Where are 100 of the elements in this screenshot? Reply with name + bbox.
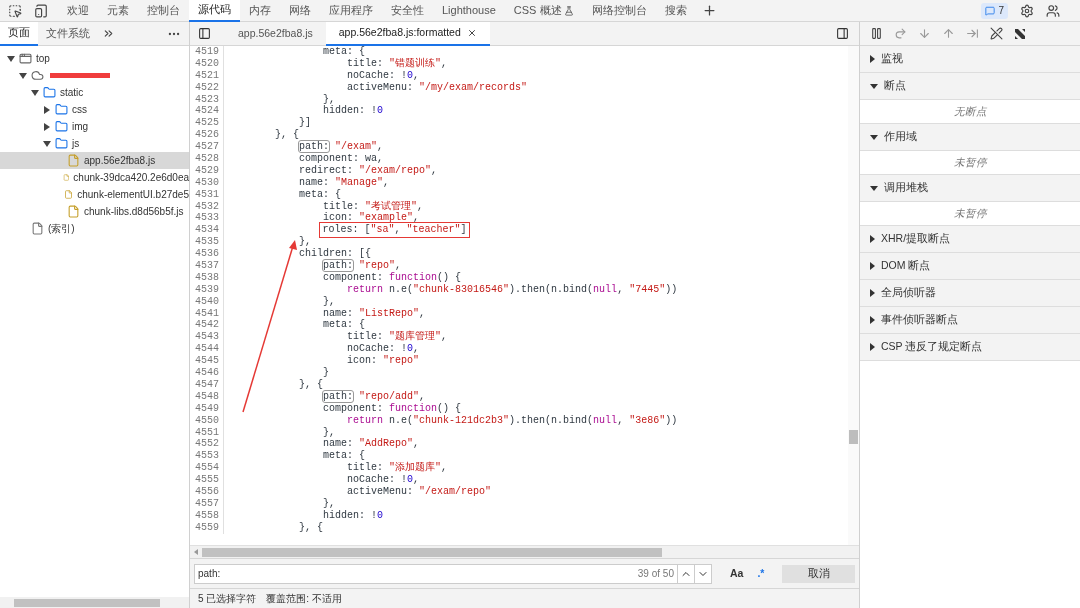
panel-tab[interactable]: 应用程序 xyxy=(320,0,382,22)
navigator-tab[interactable]: 文件系统 xyxy=(38,21,98,46)
cancel-button[interactable]: 取消 xyxy=(782,564,855,583)
settings-icon[interactable] xyxy=(1020,3,1034,18)
section-header[interactable]: 事件侦听器断点 xyxy=(860,307,1080,334)
code-line: title: "考试管理", xyxy=(323,200,424,212)
inspect-icon[interactable] xyxy=(8,3,22,18)
line-number: 4551 xyxy=(194,426,220,439)
tree-item[interactable]: chunk-39dca420.2e6d0ea xyxy=(0,169,189,186)
expanded-triangle-icon[interactable] xyxy=(6,55,15,62)
code-line: title: "题库管理", xyxy=(347,331,448,343)
close-icon[interactable] xyxy=(466,27,477,38)
section-header[interactable]: 断点 xyxy=(860,73,1080,100)
code-line: }, xyxy=(299,236,312,248)
tree-item[interactable]: static xyxy=(0,84,189,101)
code-line: meta: { xyxy=(299,188,342,201)
step-out-icon[interactable] xyxy=(942,27,955,40)
toggle-debugger-icon[interactable] xyxy=(836,27,849,40)
tree-item[interactable]: chunk-libs.d8d56b5f.js xyxy=(0,203,189,220)
collapsed-triangle-icon[interactable] xyxy=(43,105,50,114)
collapsed-triangle-icon[interactable] xyxy=(870,316,875,324)
pause-icon[interactable] xyxy=(870,27,883,40)
line-number: 4530 xyxy=(194,176,220,189)
code-line: name: "Manage", xyxy=(299,176,390,189)
tree-item[interactable]: top xyxy=(0,50,189,67)
code-line: redirect: "/exam/repo", xyxy=(299,164,438,177)
tree-item[interactable]: app.56e2fba8.js xyxy=(0,152,189,169)
tree-item[interactable]: css xyxy=(0,101,189,118)
tree-item[interactable]: img xyxy=(0,118,189,135)
redaction-bar xyxy=(50,73,110,78)
line-number: 4532 xyxy=(194,200,220,213)
line-number: 4523 xyxy=(194,93,220,106)
editor-tab[interactable]: app.56e2fba8.js:formatted xyxy=(325,21,490,46)
code-line: }, { xyxy=(299,521,324,534)
line-number: 4529 xyxy=(194,164,220,177)
collapsed-triangle-icon[interactable] xyxy=(870,289,875,297)
collapsed-triangle-icon[interactable] xyxy=(870,55,875,63)
panel-tab[interactable]: 源代码 xyxy=(189,0,240,22)
section-header[interactable]: CSP 违反了规定断点 xyxy=(860,334,1080,361)
pause-on-exceptions-icon[interactable] xyxy=(1014,27,1026,40)
code-line: }, xyxy=(323,497,336,510)
collapsed-triangle-icon[interactable] xyxy=(870,343,875,351)
navigator-tab[interactable]: 页面 xyxy=(0,21,38,46)
people-icon[interactable] xyxy=(1046,3,1060,18)
more-tabs-icon[interactable] xyxy=(102,27,115,40)
expanded-triangle-icon[interactable] xyxy=(870,134,878,140)
panel-tab[interactable]: 搜索 xyxy=(655,0,696,22)
panel-tab[interactable]: CSS 概述 xyxy=(504,0,583,22)
panel-tab[interactable]: 元素 xyxy=(98,0,138,22)
tree-item[interactable]: js xyxy=(0,135,189,152)
panel-tab[interactable]: 网络 xyxy=(280,0,320,22)
device-icon[interactable] xyxy=(34,3,48,18)
section-header[interactable]: 作用域 xyxy=(860,124,1080,151)
search-field[interactable]: path: 39 of 50 xyxy=(194,563,712,584)
code-line: } xyxy=(323,367,330,379)
line-number: 4542 xyxy=(194,319,220,332)
expanded-triangle-icon[interactable] xyxy=(870,185,878,191)
issues-badge[interactable]: 7 xyxy=(981,2,1008,19)
expanded-triangle-icon[interactable] xyxy=(18,72,27,79)
line-number: 4519 xyxy=(194,46,220,58)
line-number: 4546 xyxy=(194,367,220,379)
expanded-triangle-icon[interactable] xyxy=(42,140,51,147)
panel-tab[interactable]: 安全性 xyxy=(382,0,433,22)
code-line: }, xyxy=(323,426,336,439)
step-into-icon[interactable] xyxy=(918,27,931,40)
line-number: 4526 xyxy=(194,129,220,142)
add-icon[interactable] xyxy=(701,3,717,18)
panel-tab[interactable]: 控制台 xyxy=(138,0,189,22)
collapsed-triangle-icon[interactable] xyxy=(870,235,875,243)
line-number: 4521 xyxy=(194,69,220,82)
tree-item[interactable]: chunk-elementUI.b27de5 xyxy=(0,186,189,203)
panel-tab[interactable]: 内存 xyxy=(240,0,280,22)
section-header[interactable]: 全局侦听器 xyxy=(860,280,1080,307)
deactivate-breakpoints-icon[interactable] xyxy=(990,27,1003,40)
tree-item[interactable]: (索引) xyxy=(0,220,189,237)
expanded-triangle-icon[interactable] xyxy=(870,83,878,89)
horizontal-scrollbar[interactable] xyxy=(190,545,859,558)
horizontal-scrollbar[interactable] xyxy=(0,597,189,608)
editor-tab[interactable]: app.56e2fba8.js xyxy=(225,21,326,46)
section-header[interactable]: DOM 断点 xyxy=(860,253,1080,280)
panel-tab[interactable]: 网络控制台 xyxy=(582,0,656,22)
line-number: 4533 xyxy=(194,212,220,225)
collapsed-triangle-icon[interactable] xyxy=(43,122,50,131)
panel-tab[interactable]: Lighthouse xyxy=(433,0,505,22)
step-icon[interactable] xyxy=(966,27,979,40)
line-number: 4540 xyxy=(194,295,220,308)
panel-tab[interactable]: 欢迎 xyxy=(58,0,98,22)
regex-toggle[interactable]: .* xyxy=(757,565,765,582)
match-case-toggle[interactable]: Aa xyxy=(729,565,744,582)
section-header[interactable]: 监视 xyxy=(860,46,1080,73)
section-header[interactable]: 调用堆栈 xyxy=(860,175,1080,202)
code-line: component: function() { xyxy=(323,402,462,415)
code-line: }] xyxy=(299,117,312,130)
file-icon xyxy=(67,154,80,167)
collapsed-triangle-icon[interactable] xyxy=(870,262,875,270)
toggle-navigator-icon[interactable] xyxy=(198,27,211,40)
folder-icon xyxy=(55,137,68,150)
vertical-scrollbar[interactable] xyxy=(848,46,859,545)
section-header[interactable]: XHR/提取断点 xyxy=(860,226,1080,253)
expanded-triangle-icon[interactable] xyxy=(30,89,39,96)
